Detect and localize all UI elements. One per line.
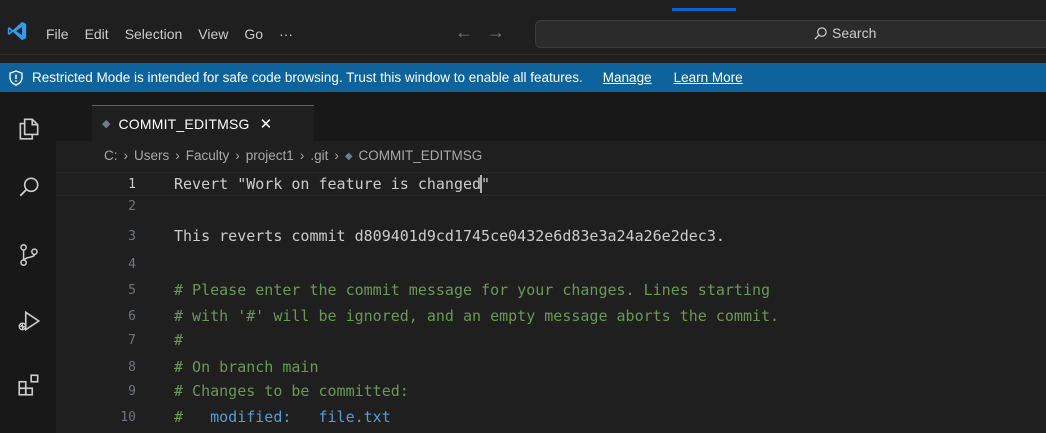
tab-label: COMMIT_EDITMSG — [118, 115, 250, 132]
search-label: Search — [832, 25, 877, 41]
search-icon — [814, 26, 827, 40]
title-bar: File Edit Selection View Go ··· ← → Sear… — [0, 0, 1046, 55]
editor-line: 6 # with '#' will be ignored, and an emp… — [56, 305, 779, 327]
source-control-icon[interactable] — [16, 242, 42, 268]
line-text: # with '#' will be ignored, and an empty… — [174, 307, 780, 325]
back-arrow-icon[interactable]: ← — [455, 22, 473, 43]
chevron-right-icon: › — [123, 148, 129, 163]
breadcrumb-file[interactable]: COMMIT_EDITMSG — [359, 148, 483, 166]
line-text: # Changes to be committed: — [174, 382, 409, 400]
forward-arrow-icon[interactable]: → — [487, 22, 505, 43]
line-number: 8 — [128, 359, 136, 375]
activity-bar — [0, 92, 56, 433]
editor-line: 5 # Please enter the commit message for … — [56, 279, 770, 301]
breadcrumb-faculty[interactable]: Faculty — [186, 148, 230, 166]
line-text: # — [174, 331, 184, 349]
breadcrumb-git[interactable]: .git — [310, 148, 328, 166]
banner-message: Restricted Mode is intended for safe cod… — [32, 70, 583, 85]
navigation-arrows: ← → — [455, 22, 505, 43]
chevron-right-icon: › — [175, 148, 180, 163]
tab-commit-editmsg[interactable]: ◆ COMMIT_EDITMSG ✕ — [92, 105, 314, 141]
menu-view[interactable]: View — [190, 24, 236, 44]
line-text: Revert "Work on feature is changed" — [174, 174, 491, 194]
line-number: 1 — [128, 176, 136, 192]
extensions-icon[interactable] — [16, 372, 42, 398]
line-text: # On branch main — [174, 358, 319, 376]
editor-line: 3 This reverts commit d809401d9cd1745ce0… — [56, 225, 725, 247]
line-number: 7 — [128, 332, 136, 348]
menu-more[interactable]: ··· — [271, 24, 301, 44]
editor-line: 9 # Changes to be committed: — [56, 380, 409, 402]
breadcrumb-users[interactable]: Users — [134, 148, 169, 166]
modified-file-keyword: modified: file.txt — [210, 408, 391, 426]
menu-file[interactable]: File — [38, 24, 77, 44]
editor-tab-bar: ◆ COMMIT_EDITMSG ✕ — [56, 92, 1046, 141]
menu-bar: File Edit Selection View Go ··· — [38, 24, 301, 44]
breadcrumb-drive[interactable]: C: — [104, 148, 118, 166]
line-number: 3 — [128, 228, 136, 244]
close-icon[interactable]: ✕ — [260, 115, 273, 133]
file-icon: ◆ — [344, 151, 353, 162]
line-number: 5 — [128, 282, 136, 298]
chevron-right-icon: › — [334, 148, 339, 163]
learn-more-link[interactable]: Learn More — [674, 70, 743, 85]
line-number: 4 — [128, 256, 136, 272]
breadcrumb-project1[interactable]: project1 — [246, 148, 294, 166]
editor-line: 7 # — [56, 329, 183, 351]
editor-line: 4 — [56, 253, 174, 275]
command-center-search[interactable]: Search — [535, 20, 1046, 48]
editor-line: 2 — [56, 195, 174, 217]
line-number: 6 — [128, 308, 136, 324]
chevron-right-icon: › — [299, 148, 305, 163]
editor-line: 10 # modified: file.txt — [56, 406, 391, 428]
line-number: 2 — [128, 198, 136, 214]
restricted-mode-banner: Restricted Mode is intended for safe cod… — [0, 63, 1046, 92]
line-text: This reverts commit d809401d9cd1745ce043… — [174, 227, 725, 245]
code-editor[interactable]: 1 Revert "Work on feature is changed" 2 … — [56, 170, 1046, 433]
explorer-icon[interactable] — [16, 116, 42, 142]
title-accent-bar — [672, 8, 736, 11]
vscode-logo-icon — [7, 21, 27, 41]
search-view-icon[interactable] — [16, 174, 42, 200]
run-debug-icon[interactable] — [16, 308, 42, 334]
file-icon: ◆ — [102, 118, 111, 130]
shield-icon — [9, 69, 23, 86]
editor-line: 8 # On branch main — [56, 356, 319, 378]
menu-selection[interactable]: Selection — [117, 24, 191, 44]
line-text: # Please enter the commit message for yo… — [174, 281, 771, 299]
editor-line: 1 Revert "Work on feature is changed" — [56, 173, 490, 195]
chevron-right-icon: › — [235, 148, 240, 163]
manage-link[interactable]: Manage — [603, 70, 652, 85]
line-text: # modified: file.txt — [174, 408, 391, 426]
line-number: 9 — [128, 383, 136, 399]
menu-go[interactable]: Go — [236, 24, 271, 44]
line-number: 10 — [120, 409, 136, 425]
breadcrumb: C: › Users › Faculty › project1 › .git ›… — [104, 148, 482, 166]
menu-edit[interactable]: Edit — [77, 24, 117, 44]
